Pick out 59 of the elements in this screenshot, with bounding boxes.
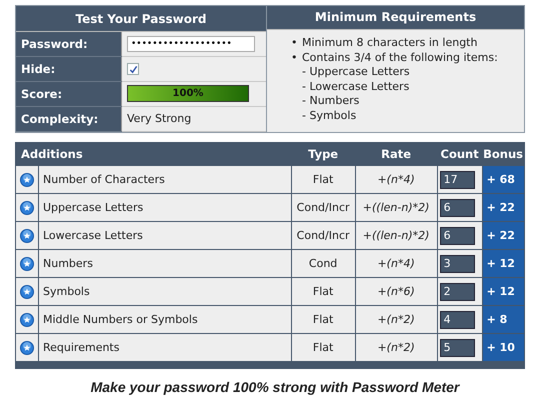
field-label: Hide: (16, 56, 122, 82)
bonus-cell: + 8 (482, 306, 524, 334)
field-label: Score: (16, 81, 122, 106)
field-label: Complexity: (16, 106, 122, 132)
password-field[interactable]: ••••••••••••••••••• (127, 36, 255, 52)
bonus-cell: + 12 (482, 278, 524, 306)
column-header: Type (291, 142, 356, 166)
count-field: 4 (440, 310, 475, 328)
caption: Make your password 100% strong with Password Meter (90, 379, 461, 395)
count-field: 6 (440, 226, 475, 244)
bullet-mark: • (291, 36, 298, 50)
complexity-value: Very Strong (127, 112, 192, 126)
table-cell: Lowercase Letters (38, 222, 292, 250)
hide-checkbox[interactable] (127, 63, 139, 76)
table-cell: Middle Numbers or Symbols (38, 306, 292, 334)
count-field: 17 (440, 170, 475, 188)
requirement-item: - Numbers (302, 94, 360, 108)
table-cell: +(n*4) (355, 166, 438, 194)
table-cell: Uppercase Letters (38, 194, 292, 222)
score-reading: 100% (172, 87, 204, 102)
count-field: 5 (440, 338, 475, 356)
requirement-text: Minimum 8 characters in length (302, 36, 478, 49)
column-header: Count (437, 142, 482, 166)
table-cell: Flat (291, 278, 356, 306)
bonus-cell: + 22 (482, 222, 524, 250)
bullet-mark: • (291, 50, 298, 65)
table-cell: Requirements (38, 334, 292, 362)
bonus-cell: + 12 (482, 250, 524, 278)
bonus-cell: + 10 (482, 334, 524, 362)
table-cell: +(n*2) (355, 334, 438, 362)
panel-title: Minimum Requirements (267, 6, 524, 30)
table-cell: +((len-n)*2) (355, 194, 438, 222)
table-cell: Symbols (38, 278, 292, 306)
table-cell: +(n*2) (355, 306, 438, 334)
count-field: 6 (440, 198, 475, 216)
count-field: 3 (440, 254, 475, 272)
count-field: 2 (440, 282, 475, 300)
table-cell: Flat (291, 166, 356, 194)
table-cell: +(n*4) (355, 250, 438, 278)
field-label: Password: (16, 32, 122, 56)
table-cell: +(n*6) (355, 278, 438, 306)
table-cell: Flat (291, 334, 356, 362)
table-cell: Cond (291, 250, 356, 278)
column-header: Bonus (482, 142, 524, 166)
table-cell: +((len-n)*2) (355, 222, 438, 250)
table-cell: Cond/Incr (291, 194, 356, 222)
requirement-text: Contains 3/4 of the following items: (302, 50, 498, 64)
requirement-item: - Lowercase Letters (302, 80, 410, 94)
column-header: Additions (16, 142, 292, 166)
table-cell: Flat (291, 306, 356, 334)
bonus-cell: + 22 (482, 194, 524, 222)
table-cell: Number of Characters (38, 166, 292, 194)
table-cell: Numbers (38, 250, 292, 278)
panel-title: Test Your Password (16, 6, 266, 32)
bonus-cell: + 68 (482, 166, 524, 194)
table-cell: Cond/Incr (291, 222, 356, 250)
column-header: Rate (355, 142, 438, 166)
requirement-item: - Symbols (302, 108, 358, 123)
requirement-item: - Uppercase Letters (302, 65, 411, 80)
